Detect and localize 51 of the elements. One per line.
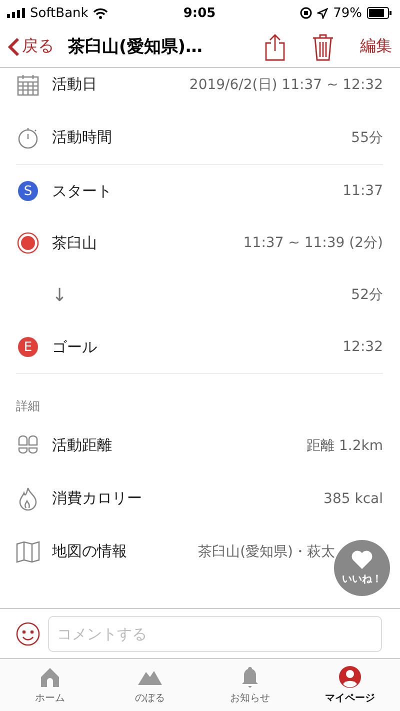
row-value: 距離 1.2km [306,436,383,454]
section-header: 詳細 [16,398,41,415]
page-title: 茶臼山(愛知県)… [68,36,204,58]
row-label: 活動時間 [52,128,113,147]
smiley-icon[interactable] [16,622,40,646]
trash-button[interactable] [312,32,334,60]
row-label: 活動日 [52,75,98,94]
target-icon [17,232,39,254]
row-value: 茶臼山(愛知県)・萩太 [198,542,335,560]
row-label: 消費カロリー [52,489,143,508]
row-value: 55分 [351,128,383,146]
down-arrow: ↓ [52,284,68,306]
badge-icon: S [18,181,38,201]
tab-item[interactable]: マイページ [300,659,400,711]
location-icon [317,8,328,18]
map-icon [16,540,40,562]
calendar-icon [17,74,39,96]
row-label: スタート [52,182,113,200]
edit-button[interactable]: 編集 [360,36,392,57]
row-label: 茶臼山 [52,234,98,252]
clock: 9:05 [183,6,216,20]
flame-icon [18,486,38,510]
tab-item[interactable]: ホーム [0,659,100,711]
footprints-icon [17,434,39,456]
user-icon [338,665,362,689]
row-value: 11:37 ~ 11:39 (2分) [243,234,383,252]
like-button[interactable]: いいね！ [334,540,390,596]
row-label: 地図の情報 [52,542,128,561]
badge-icon: E [18,337,38,357]
row-value: 52分 [351,286,383,304]
home-icon [38,665,62,689]
stopwatch-icon [17,126,39,148]
row-value: 12:32 [342,339,383,355]
row-value: 2019/6/2(日) 11:37 ~ 12:32 [189,76,383,94]
row-label: 活動距離 [52,436,113,455]
row-value: 11:37 [342,183,383,199]
battery-icon [367,7,392,19]
carrier-name: SoftBank [30,6,88,20]
share-button[interactable] [264,32,286,60]
row-label: ゴール [52,338,98,356]
chevron-left-icon [8,36,20,56]
comment-field[interactable]: コメントする [48,616,382,652]
battery-percent: 79% [333,6,362,20]
lock-rotation-icon [300,7,312,19]
heart-icon [351,550,373,570]
back-button[interactable]: 戻る [8,36,54,57]
row-value: 385 kcal [324,490,383,506]
tab-item[interactable]: のぼる [100,659,200,711]
wifi-icon [93,8,108,18]
tab-item[interactable]: お知らせ [200,659,300,711]
signal-icon [7,8,25,18]
